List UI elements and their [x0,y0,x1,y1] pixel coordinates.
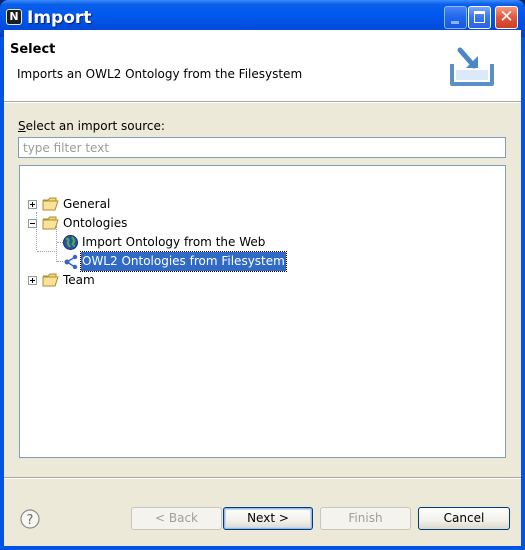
ontology-graph-icon [64,254,78,269]
app-icon: N [6,9,22,25]
back-button[interactable]: < Back [131,507,222,530]
help-icon[interactable]: ? [20,509,40,529]
finish-button[interactable]: Finish [320,507,411,530]
folder-icon [42,197,59,211]
footer-separator-highlight [4,478,521,479]
folder-open-icon [42,216,59,230]
dialog-client-area: Select Imports an OWL2 Ontology from the… [4,30,521,546]
window-title: Import [27,8,92,28]
tree-item-owl2-from-filesystem[interactable]: OWL2 Ontologies from Filesystem [20,251,500,272]
collapse-icon[interactable] [28,219,37,228]
import-wizard-icon [450,47,494,86]
import-source-tree[interactable]: General Ontologies Import Ontology from … [19,165,506,458]
maximize-icon [474,11,485,23]
expand-icon[interactable] [28,276,37,285]
import-dialog-window: N Import ✕ Select Imports an OWL2 Ontolo… [0,0,525,550]
tree-item-label: General [63,197,111,211]
header-separator [4,102,521,103]
globe-icon [63,235,78,250]
tree-item-ontologies[interactable]: Ontologies [20,214,500,233]
cancel-button[interactable]: Cancel [418,507,510,530]
tree-item-label: Import Ontology from the Web [82,235,266,249]
page-description: Imports an OWL2 Ontology from the Filesy… [17,67,303,81]
filter-input[interactable] [18,137,506,158]
minimize-icon [451,21,459,24]
tree-item-label: OWL2 Ontologies from Filesystem [80,251,287,272]
expand-icon[interactable] [28,200,37,209]
next-button[interactable]: Next > [223,507,313,530]
minimize-button[interactable] [444,6,467,29]
svg-text:?: ? [27,513,34,528]
tree-item-import-from-web[interactable]: Import Ontology from the Web [20,233,500,252]
import-source-label: Select an import source: [18,119,165,133]
page-title: Select [10,42,56,57]
tree-item-label: Ontologies [63,216,128,230]
tree-item-label: Team [63,273,95,287]
tree-item-general[interactable]: General [20,195,500,214]
wizard-header: Select Imports an OWL2 Ontology from the… [4,30,521,102]
folder-icon [42,273,59,287]
close-icon: ✕ [499,7,514,27]
tree-item-team[interactable]: Team [20,271,500,290]
maximize-button[interactable] [468,6,491,29]
close-button[interactable]: ✕ [495,6,518,29]
